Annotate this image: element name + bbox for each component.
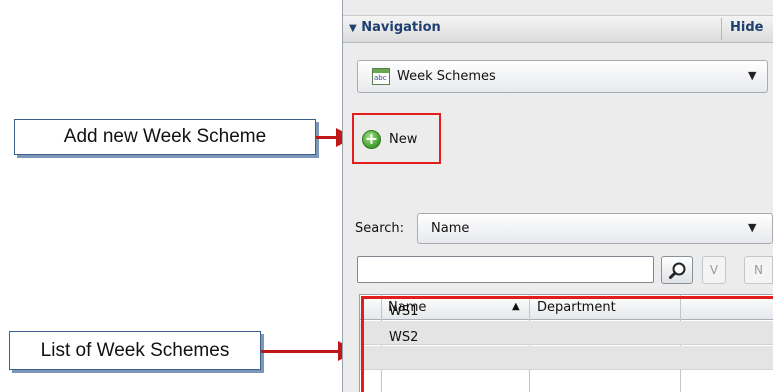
dropdown-arrow-icon: ▼ [748,69,757,82]
collapse-triangle-icon: ▼ [349,23,357,34]
search-field-value: Name [431,221,470,236]
search-label: Search: [355,221,405,236]
search-select-arrow-icon: ▼ [748,221,757,234]
navigation-title[interactable]: ▼ Navigation [349,20,441,35]
add-circle-icon[interactable]: + [362,130,381,149]
calendar-icon-text: abc [374,74,387,82]
callout-add-new-label: Add new Week Scheme [63,126,267,147]
calendar-abc-icon: abc [372,68,390,85]
search-button[interactable] [661,256,693,284]
module-dropdown-value: Week Schemes [397,69,496,84]
arrow-list [261,350,343,353]
callout-list-label: List of Week Schemes [40,339,230,361]
v-button[interactable]: V [702,256,726,284]
search-field-select[interactable] [417,213,773,244]
hide-link[interactable]: Hide [730,20,763,35]
header-divider [721,18,722,40]
callout-list-week-schemes: List of Week Schemes [9,331,261,370]
magnifier-icon [669,262,686,279]
search-input[interactable] [357,256,654,283]
list-highlight [361,296,773,392]
new-button[interactable]: New [389,132,417,147]
callout-add-new-week-scheme: Add new Week Scheme [14,119,316,155]
navigation-title-label: Navigation [361,20,441,35]
n-button[interactable]: N [744,256,773,284]
